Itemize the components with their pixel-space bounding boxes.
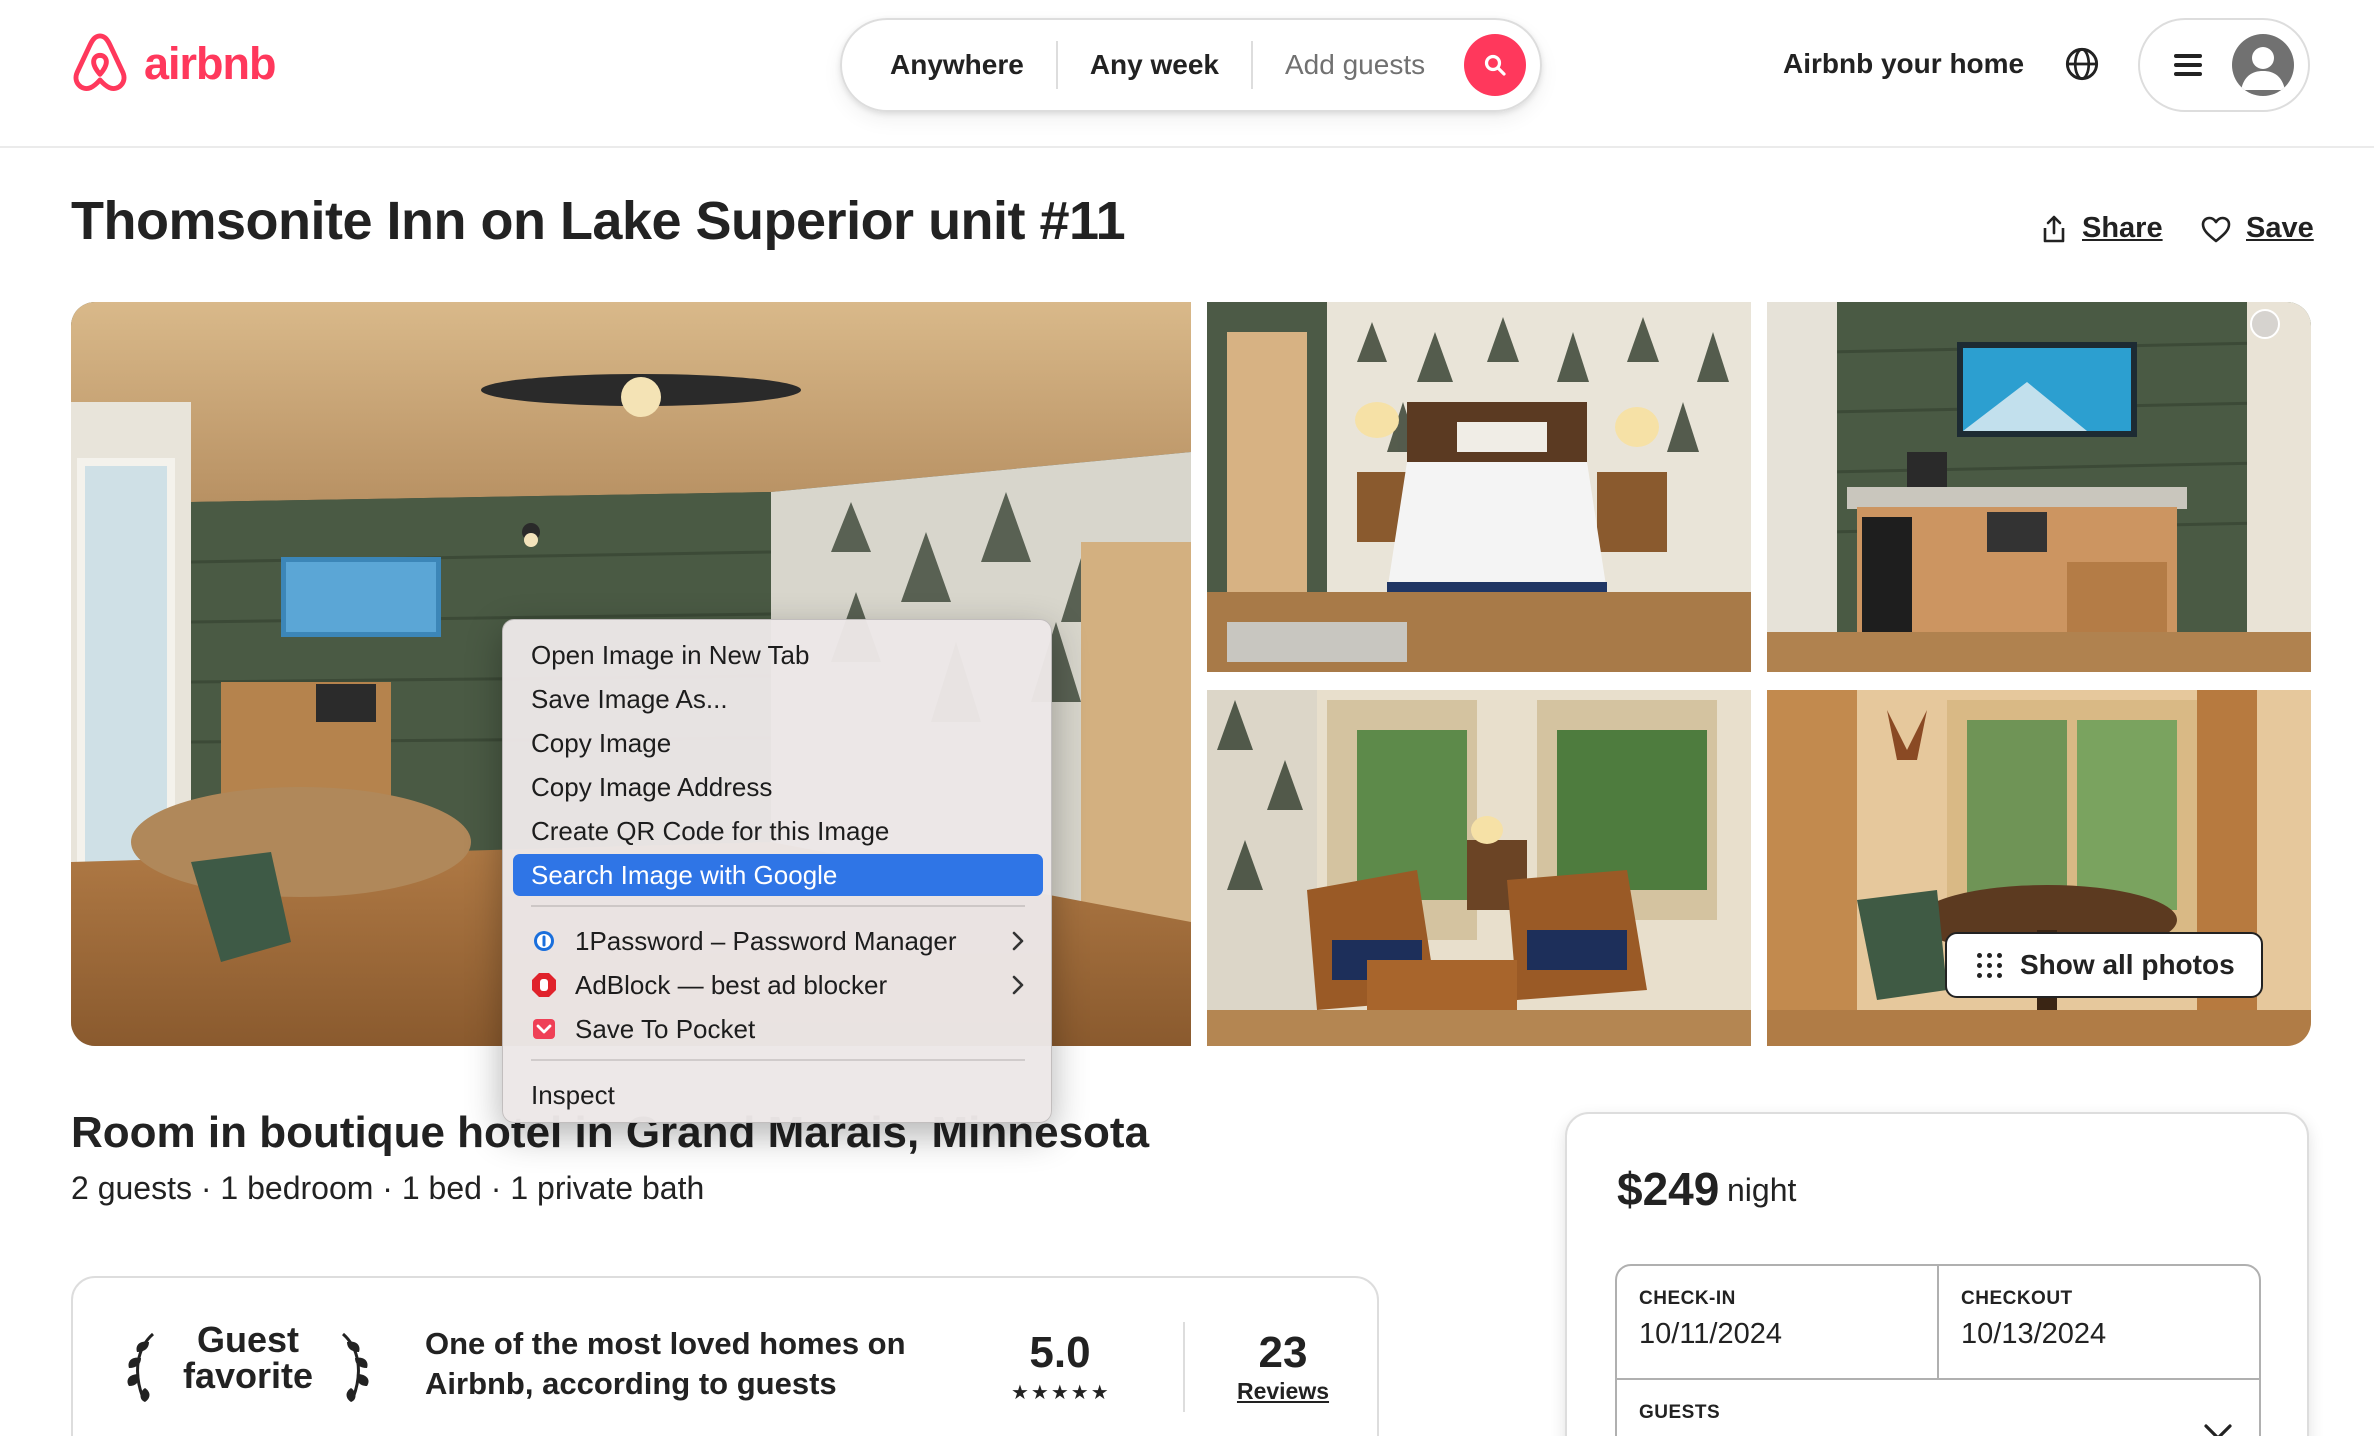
price-unit: night [1727, 1172, 1797, 1208]
menu-icon [2174, 54, 2202, 76]
save-button[interactable]: Save [2200, 212, 2314, 245]
menu-copy-image[interactable]: Copy Image [513, 722, 1043, 764]
guest-favorite-card[interactable]: Guest favorite One of the most loved hom… [71, 1276, 1379, 1436]
menu-search-image-google[interactable]: Search Image with Google [513, 854, 1043, 896]
menu-1password-label: 1Password – Password Manager [575, 925, 957, 956]
show-all-photos-label: Show all photos [2020, 949, 2235, 980]
adblock-icon [531, 972, 557, 998]
1password-icon [531, 928, 557, 954]
menu-copy-image-address[interactable]: Copy Image Address [513, 766, 1043, 808]
chevron-right-icon [1012, 931, 1024, 951]
airbnb-logo-icon [73, 33, 127, 91]
menu-create-qr-code[interactable]: Create QR Code for this Image [513, 810, 1043, 852]
chevron-right-icon [1012, 975, 1024, 995]
reviews-count: 23 [1258, 1328, 1308, 1377]
airbnb-logo[interactable]: airbnb [70, 32, 277, 96]
menu-1password[interactable]: 1Password – Password Manager [513, 920, 1043, 962]
listing-details: 2 guests · 1 bedroom · 1 bed · 1 private… [71, 1170, 705, 1206]
search-icon [1484, 54, 1506, 76]
menu-open-image-new-tab[interactable]: Open Image in New Tab [513, 634, 1043, 676]
search-location[interactable]: Anywhere [842, 49, 1056, 81]
photo-seating-area[interactable] [1207, 690, 1751, 1046]
menu-save-to-pocket[interactable]: Save To Pocket [513, 1008, 1043, 1050]
share-button[interactable]: Share [2040, 212, 2163, 245]
menu-adblock[interactable]: AdBlock — best ad blocker [513, 964, 1043, 1006]
star-rating-icon: ★★★★★ [1011, 1382, 1111, 1404]
menu-save-to-pocket-label: Save To Pocket [575, 1013, 756, 1044]
card-divider [1183, 1322, 1185, 1412]
search-button[interactable] [1464, 34, 1526, 96]
menu-adblock-label: AdBlock — best ad blocker [575, 969, 888, 1000]
logo-text: airbnb [144, 38, 277, 89]
share-icon [2043, 215, 2065, 242]
guest-favorite-description: One of the most loved homes on Airbnb, a… [425, 1326, 906, 1401]
photo-bedroom[interactable] [1207, 302, 1751, 672]
checkin-field[interactable]: CHECK-IN 10/11/2024 [1617, 1266, 1939, 1378]
avatar [2232, 34, 2294, 96]
checkout-field[interactable]: CHECKOUT 10/13/2024 [1939, 1266, 2259, 1378]
grid-icon [1977, 952, 2002, 978]
chevron-down-icon [2204, 1424, 2232, 1436]
rating-value: 5.0 [1029, 1328, 1091, 1377]
checkin-value: 10/11/2024 [1639, 1318, 1782, 1350]
checkout-value: 10/13/2024 [1961, 1318, 2107, 1350]
reviews-link[interactable]: Reviews [1223, 1378, 1343, 1405]
nightly-price: $249 [1617, 1163, 1720, 1215]
user-menu-button[interactable] [2138, 18, 2310, 112]
search-guests[interactable]: Add guests [1253, 49, 1457, 81]
search-bar[interactable]: Anywhere Any week Add guests [840, 18, 1542, 112]
guests-field[interactable]: GUESTS [1617, 1378, 2259, 1436]
pocket-icon [531, 1016, 557, 1042]
checkout-label: CHECKOUT [1961, 1288, 2073, 1309]
guests-label: GUESTS [1639, 1402, 1721, 1423]
menu-save-image-as[interactable]: Save Image As... [513, 678, 1043, 720]
show-all-photos-button[interactable]: Show all photos [1945, 932, 2263, 998]
laurel-left-icon [127, 1332, 155, 1402]
menu-separator [531, 905, 1025, 907]
context-menu: Open Image in New Tab Save Image As... C… [502, 619, 1052, 1123]
save-label: Save [2246, 212, 2314, 244]
user-icon [2241, 47, 2285, 90]
laurel-right-icon [341, 1332, 369, 1402]
menu-inspect[interactable]: Inspect [513, 1074, 1043, 1116]
listing-title: Thomsonite Inn on Lake Superior unit #11 [71, 191, 1126, 251]
share-label: Share [2082, 212, 2163, 244]
globe-icon[interactable] [2064, 46, 2100, 82]
photo-kitchenette[interactable] [1767, 302, 2311, 672]
date-guest-picker: CHECK-IN 10/11/2024 CHECKOUT 10/13/2024 … [1615, 1264, 2261, 1436]
host-link[interactable]: Airbnb your home [1783, 48, 2024, 80]
checkin-label: CHECK-IN [1639, 1288, 1736, 1309]
menu-separator [531, 1059, 1025, 1061]
top-header: airbnb Anywhere Any week Add guests Airb… [0, 0, 2374, 148]
heart-icon [2201, 216, 2231, 242]
guest-favorite-label: Guest favorite [182, 1319, 314, 1396]
search-dates[interactable]: Any week [1058, 49, 1251, 81]
booking-card: $249 night CHECK-IN 10/11/2024 CHECKOUT … [1565, 1112, 2309, 1436]
